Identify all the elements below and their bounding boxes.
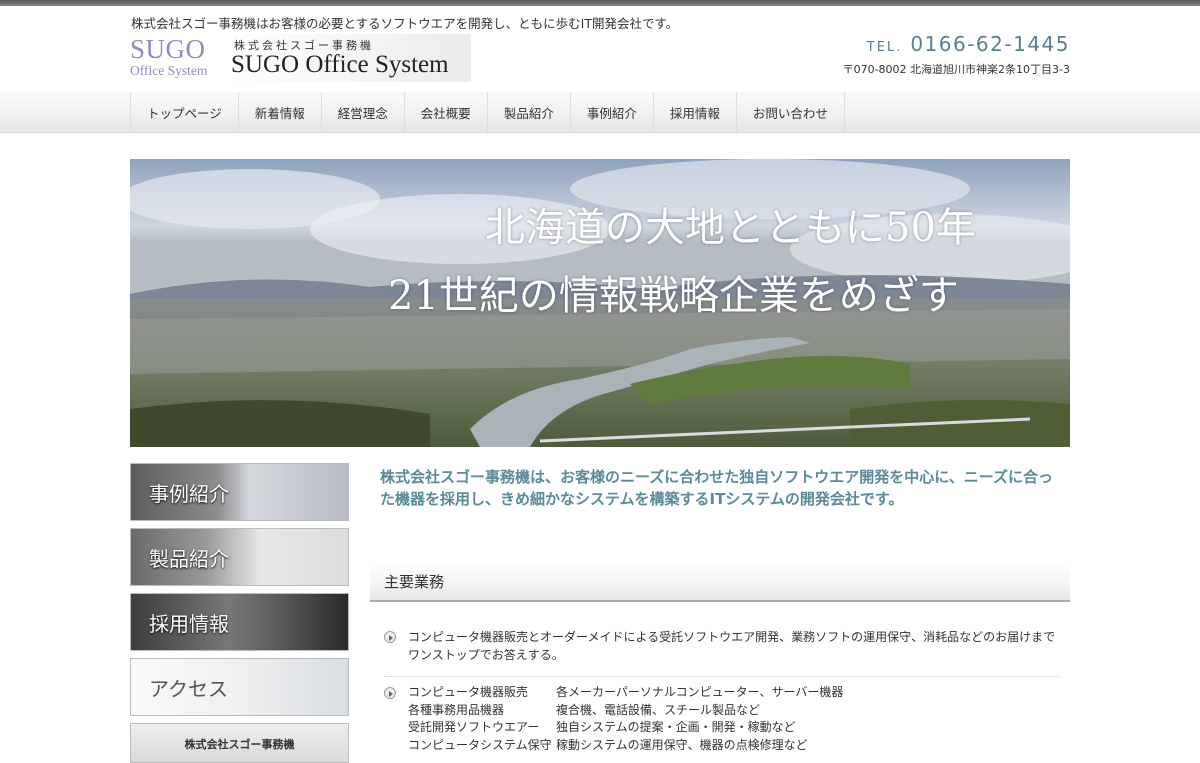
site-logo[interactable]: SUGO Office System 株式会社スゴー事務機 SUGO Offic…: [130, 34, 471, 82]
service-summary: コンピュータ機器販売とオーダーメイドによる受託ソフトウエア開発、業務ソフトの運用…: [384, 628, 1060, 677]
bullet-arrow-icon: [384, 687, 396, 699]
sidebar-button-cases[interactable]: 事例紹介: [130, 463, 349, 521]
tel-label: TEL.: [866, 40, 903, 55]
nav-item-contact[interactable]: お問い合わせ: [735, 92, 845, 133]
logo-company-en: SUGO Office System: [231, 51, 449, 78]
phone-number: TEL. 0166-62-1445: [867, 32, 1070, 56]
sidebar: 事例紹介 製品紹介 採用情報 アクセス 株式会社スゴー事務機: [130, 463, 349, 763]
business-desc: 複合機、電話設備、スチール製品など: [556, 702, 761, 717]
nav-item-company[interactable]: 会社概要: [403, 92, 487, 133]
business-name: 受託開発ソフトウエアー: [408, 720, 540, 734]
sidebar-button-products[interactable]: 製品紹介: [130, 528, 349, 586]
nav-item-recruit[interactable]: 採用情報: [652, 92, 736, 133]
business-desc: 独自システムの提案・企画・開発・稼動など: [556, 720, 796, 734]
top-border: [0, 0, 1200, 6]
hero-banner: 北海道の大地とともに50年 21世紀の情報戦略企業をめざす: [130, 159, 1070, 447]
sidebar-button-access[interactable]: アクセス: [130, 658, 349, 716]
service-summary-text: コンピュータ機器販売とオーダーメイドによる受託ソフトウエア開発、業務ソフトの運用…: [408, 630, 1056, 662]
tel-number: 0166-62-1445: [910, 32, 1070, 56]
hero-headline-2: 21世紀の情報戦略企業をめざす: [388, 273, 959, 319]
sidebar-button-products-label: 製品紹介: [149, 547, 229, 571]
business-row: コンピュータシステム保守 稼動システムの運用保守、機器の点検修理など: [384, 737, 1060, 755]
sidebar-button-access-label: アクセス: [149, 677, 228, 701]
nav-item-products[interactable]: 製品紹介: [486, 92, 570, 133]
hero-headline-1: 北海道の大地とともに50年: [485, 205, 976, 251]
nav-item-philosophy[interactable]: 経営理念: [320, 92, 404, 133]
business-name: コンピュータ機器販売: [408, 685, 529, 699]
business-row: コンピュータ機器販売 各メーカーパーソナルコンピューター、サーバー機器: [384, 684, 1060, 702]
nav-item-news[interactable]: 新着情報: [237, 92, 321, 133]
sidebar-button-recruit[interactable]: 採用情報: [130, 593, 349, 651]
business-row: 各種事務用品機器 複合機、電話設備、スチール製品など: [384, 702, 1060, 720]
business-desc: 各メーカーパーソナルコンピューター、サーバー機器: [556, 685, 844, 699]
section-title: 主要業務: [384, 573, 445, 591]
site-tagline: 株式会社スゴー事務機はお客様の必要とするソフトウエアを開発し、ともに歩むIT開発…: [131, 16, 679, 31]
nav-item-cases[interactable]: 事例紹介: [569, 92, 653, 133]
section-header: 主要業務: [370, 562, 1070, 602]
logo-sugo: SUGO: [130, 34, 206, 64]
nav-item-top[interactable]: トップページ: [130, 92, 238, 133]
business-list: コンピュータ機器販売 各メーカーパーソナルコンピューター、サーバー機器 各種事務…: [384, 684, 1060, 754]
business-desc: 稼動システムの運用保守、機器の点検修理など: [556, 737, 808, 752]
company-address: 〒070-8002 北海道旭川市神楽2条10丁目3-3: [842, 63, 1070, 76]
business-name: 各種事務用品機器: [408, 702, 505, 717]
sidebar-company-box[interactable]: 株式会社スゴー事務機: [130, 723, 349, 763]
business-name: コンピュータシステム保守: [408, 737, 552, 752]
intro-text: 株式会社スゴー事務機は、お客様のニーズに合わせた独自ソフトウエア開発を中心に、ニ…: [380, 468, 1054, 508]
bullet-arrow-icon: [384, 631, 396, 643]
main-nav: トップページ 新着情報 経営理念 会社概要 製品紹介 事例紹介 採用情報 お問い…: [130, 92, 845, 133]
sidebar-button-recruit-label: 採用情報: [149, 612, 229, 636]
sidebar-button-cases-label: 事例紹介: [149, 482, 229, 506]
business-row: 受託開発ソフトウエアー 独自システムの提案・企画・開発・稼動など: [384, 719, 1060, 737]
logo-office-system: Office System: [130, 63, 208, 78]
